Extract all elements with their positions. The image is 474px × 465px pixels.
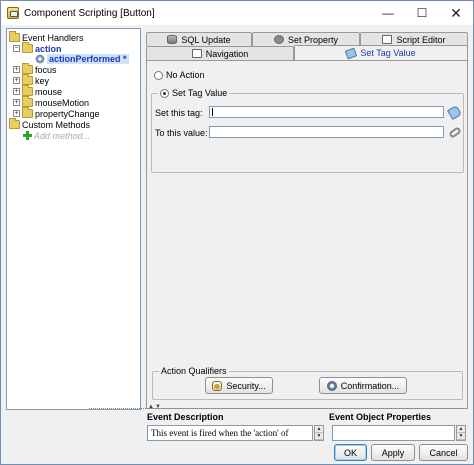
folder-icon: [9, 118, 20, 129]
splitter-handle[interactable]: [89, 408, 464, 409]
tag-icon: [345, 47, 358, 59]
title-bar: Component Scripting [Button] — ☐ ✕: [1, 1, 473, 25]
action-qualifiers-label: Action Qualifiers: [159, 366, 229, 376]
set-tag-value-radio[interactable]: Set Tag Value: [158, 88, 230, 98]
property-binding-icon[interactable]: [448, 126, 462, 139]
button-label: Confirmation...: [340, 380, 400, 391]
tree-node-action-performed[interactable]: actionPerformed *: [35, 53, 129, 64]
event-description-text: This event is fired when the 'action' of: [147, 425, 313, 441]
event-object-properties-scrollbar[interactable]: ▲ ▼: [456, 425, 466, 441]
tree-label: mouse: [35, 86, 63, 97]
collapse-icon[interactable]: −: [13, 45, 20, 52]
tag-browse-icon[interactable]: [446, 104, 463, 121]
tab-label: Script Editor: [396, 34, 446, 45]
database-icon: [167, 35, 178, 44]
expand-icon[interactable]: +: [13, 99, 20, 106]
set-tag-value-panel: No Action Set Tag Value Set this tag: To…: [146, 60, 468, 409]
radio-label: Set Tag Value: [172, 88, 228, 98]
scroll-up-icon[interactable]: ▲: [315, 426, 323, 433]
tree-label: actionPerformed *: [47, 53, 129, 64]
tab-label: Navigation: [205, 48, 249, 59]
scroll-down-icon[interactable]: ▼: [315, 433, 323, 440]
minimize-button[interactable]: —: [371, 1, 405, 25]
tree-label: mouseMotion: [35, 97, 90, 108]
property-icon: [273, 35, 284, 44]
set-this-tag-input[interactable]: [209, 106, 444, 118]
tree-label: action: [35, 43, 62, 54]
tab-navigation[interactable]: Navigation: [146, 46, 294, 60]
tab-script-editor[interactable]: Script Editor: [360, 32, 468, 46]
to-this-value-label: To this value:: [155, 128, 208, 138]
window-title: Component Scripting [Button]: [24, 7, 155, 19]
scroll-down-icon[interactable]: ▼: [457, 433, 465, 440]
tree-node-custom-methods[interactable]: Custom Methods: [9, 118, 91, 130]
button-label: Security...: [226, 380, 266, 391]
event-object-properties-box: [332, 425, 455, 441]
add-icon: [23, 131, 32, 140]
expand-icon[interactable]: +: [13, 66, 20, 73]
action-tabs: SQL Update Set Property Script Editor Na…: [146, 28, 468, 409]
tree-label: focus: [35, 64, 57, 75]
tree-node-event-handlers[interactable]: Event Handlers: [9, 31, 84, 43]
tree-label: Event Handlers: [22, 32, 84, 43]
tab-set-tag-value[interactable]: Set Tag Value: [294, 45, 468, 60]
window-icon: [191, 49, 202, 58]
event-description-scrollbar[interactable]: ▲ ▼: [314, 425, 324, 441]
app-icon: [7, 7, 19, 19]
gear-icon: [35, 53, 45, 64]
tree-label: key: [35, 75, 50, 86]
set-this-tag-label: Set this tag:: [155, 108, 203, 118]
tree-node-focus[interactable]: + focus: [13, 63, 57, 75]
tree-node-add-method[interactable]: Add method...: [23, 130, 90, 141]
radio-icon: [154, 70, 163, 80]
security-button[interactable]: Security...: [205, 377, 273, 394]
expand-icon[interactable]: +: [13, 88, 20, 95]
to-this-value-input[interactable]: [209, 126, 444, 138]
splitter-arrows-icon[interactable]: ▲▼: [148, 404, 162, 410]
tab-label: Set Tag Value: [360, 48, 416, 58]
folder-icon: [22, 63, 33, 74]
maximize-button[interactable]: ☐: [405, 1, 439, 25]
expand-icon[interactable]: +: [13, 77, 20, 84]
folder-icon: [22, 96, 33, 107]
cancel-button[interactable]: Cancel: [419, 444, 468, 461]
event-object-properties-label: Event Object Properties: [329, 412, 432, 422]
lock-icon: [212, 380, 223, 391]
tree-node-property-change[interactable]: + propertyChange: [13, 107, 100, 119]
expand-icon[interactable]: +: [13, 110, 20, 117]
folder-icon: [22, 85, 33, 96]
tree-label: Add method...: [34, 130, 91, 141]
tab-label: Set Property: [287, 34, 339, 45]
folder-icon: [9, 31, 20, 42]
close-button[interactable]: ✕: [439, 1, 473, 25]
confirmation-icon: [326, 380, 337, 391]
script-icon: [382, 35, 393, 44]
folder-icon: [22, 107, 33, 118]
tab-sql-update[interactable]: SQL Update: [146, 32, 252, 46]
tree-label: Custom Methods: [22, 119, 91, 130]
tab-label: SQL Update: [181, 34, 231, 45]
event-tree[interactable]: Event Handlers − action actionPerformed …: [6, 28, 141, 410]
action-qualifiers-group: Action Qualifiers Security... Confirmati…: [152, 366, 463, 400]
no-action-radio[interactable]: No Action: [154, 70, 205, 80]
ok-button[interactable]: OK: [334, 444, 367, 461]
tab-set-property[interactable]: Set Property: [252, 32, 360, 46]
event-description-label: Event Description: [147, 412, 224, 422]
tree-node-key[interactable]: + key: [13, 74, 50, 86]
tree-label: propertyChange: [35, 108, 100, 119]
scroll-up-icon[interactable]: ▲: [457, 426, 465, 433]
folder-icon: [22, 74, 33, 85]
component-scripting-window: Component Scripting [Button] — ☐ ✕ Event…: [0, 0, 474, 465]
tree-node-mouse[interactable]: + mouse: [13, 85, 63, 97]
radio-label: No Action: [166, 70, 205, 80]
set-tag-value-group: Set Tag Value Set this tag: To this valu…: [151, 88, 464, 173]
confirmation-button[interactable]: Confirmation...: [319, 377, 407, 394]
folder-icon: [22, 42, 33, 53]
apply-button[interactable]: Apply: [371, 444, 415, 461]
radio-icon: [160, 88, 169, 98]
